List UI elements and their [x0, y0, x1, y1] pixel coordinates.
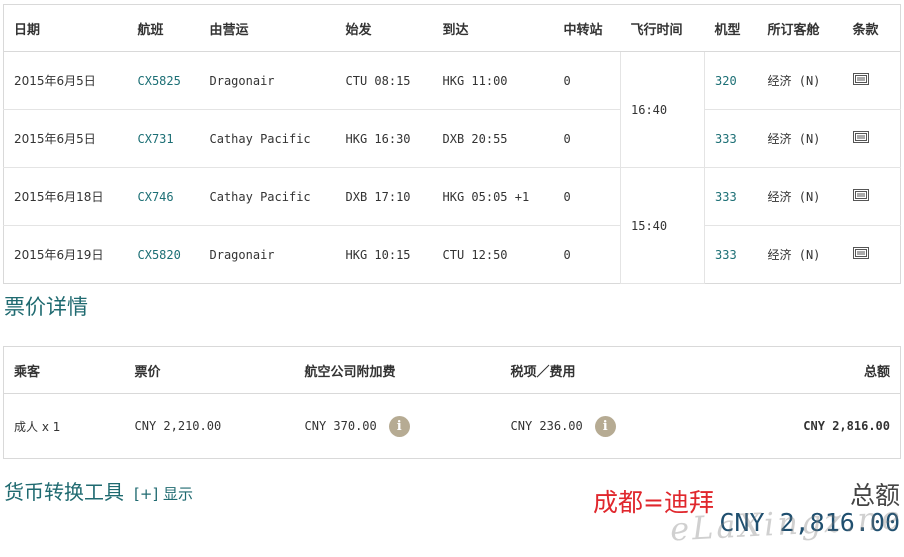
fare-total: CNY 2,816.00	[803, 419, 890, 433]
flight-depart: CTU 08:15	[335, 51, 433, 110]
document-icon[interactable]	[852, 247, 869, 259]
info-icon[interactable]: i	[388, 415, 410, 437]
grand-total-value: CNY 2,816.00	[719, 508, 900, 537]
col-terms: 条款	[842, 4, 901, 52]
col-flight: 航班	[127, 4, 200, 52]
flight-row: 2015年6月18日 CX746 Cathay Pacific DXB 17:1…	[3, 167, 901, 284]
col-aircraft: 机型	[704, 4, 758, 52]
fare-table-header: 乘客 票价 航空公司附加费 税项／费用 总额	[3, 346, 901, 394]
col-operator: 由营运	[199, 4, 336, 52]
flight-arrive: HKG 05:05 +1	[432, 167, 554, 226]
flight-arrive: DXB 20:55	[432, 109, 554, 168]
converter-toggle-link[interactable]: [+] 显示	[134, 485, 193, 503]
flight-number-link[interactable]: CX5820	[138, 248, 181, 262]
flight-date: 2015年6月5日	[3, 51, 128, 110]
flight-number-link[interactable]: CX746	[138, 190, 174, 204]
col-arrive: 到达	[432, 4, 554, 52]
flight-operator: Cathay Pacific	[199, 109, 336, 168]
taxes-amount: CNY 236.00	[510, 418, 583, 433]
flight-row: 2015年6月5日 CX731 Cathay Pacific HKG 16:30…	[3, 109, 901, 168]
document-icon[interactable]	[852, 73, 869, 85]
flight-cabin: 经济 (N)	[767, 248, 821, 262]
flight-itinerary-table: 日期 航班 由营运 始发 到达 中转站 飞行时间 机型 所订客舱 条款 2015…	[3, 4, 901, 284]
flight-date: 2015年6月5日	[3, 109, 128, 168]
col-passenger: 乘客	[3, 346, 125, 394]
fare-details-table: 乘客 票价 航空公司附加费 税项／费用 总额 成人 x 1 CNY 2,210.…	[3, 346, 901, 459]
document-icon[interactable]	[852, 189, 869, 201]
flight-operator: Dragonair	[209, 247, 275, 262]
col-cabin: 所订客舱	[757, 4, 843, 52]
col-date: 日期	[3, 4, 128, 52]
flight-duration: 15:40	[620, 167, 705, 284]
flight-cabin: 经济 (N)	[757, 109, 843, 168]
flight-arrive: CTU 12:50	[442, 247, 508, 262]
fare-details-title: 票价详情	[4, 295, 88, 319]
flight-stops: 0	[553, 109, 621, 168]
surcharge-amount: CNY 370.00	[304, 418, 377, 433]
flight-cabin: 经济 (N)	[757, 167, 843, 226]
flight-depart: HKG 10:15	[345, 247, 411, 262]
flight-row: 2015年6月5日 CX5825 Dragonair CTU 08:15 HKG…	[3, 51, 901, 168]
flight-depart: HKG 16:30	[335, 109, 433, 168]
converter-title: 货币转换工具	[4, 480, 124, 504]
aircraft-link[interactable]: 333	[715, 132, 737, 146]
flight-stops: 0	[553, 167, 621, 226]
route-annotation: 成都=迪拜	[593, 488, 714, 517]
flight-number-link[interactable]: CX5825	[138, 74, 181, 88]
info-icon[interactable]: i	[594, 415, 616, 437]
aircraft-link[interactable]: 320	[715, 74, 737, 88]
flight-arrive: HKG 11:00	[432, 51, 554, 110]
fare-row: 成人 x 1 CNY 2,210.00 CNY 370.00 i CNY 236.…	[4, 394, 901, 459]
flight-cabin: 经济 (N)	[757, 51, 843, 110]
flight-table-header: 日期 航班 由营运 始发 到达 中转站 飞行时间 机型 所订客舱 条款	[3, 4, 901, 52]
flight-stops: 0	[563, 247, 571, 262]
flight-stops: 0	[553, 51, 621, 110]
fare-amount: CNY 2,210.00	[134, 419, 222, 433]
document-icon[interactable]	[852, 131, 869, 143]
flight-date: 2015年6月19日	[14, 248, 104, 262]
col-fare: 票价	[124, 346, 295, 394]
passenger-type: 成人 x 1	[14, 419, 61, 434]
grand-total-label: 总额	[849, 481, 900, 510]
flight-date: 2015年6月18日	[3, 167, 128, 226]
col-total: 总额	[700, 346, 901, 394]
flight-operator: Cathay Pacific	[199, 167, 336, 226]
flight-number-link[interactable]: CX731	[138, 132, 174, 146]
flight-depart: DXB 17:10	[335, 167, 433, 226]
currency-converter: 货币转换工具 [+] 显示	[4, 476, 193, 505]
col-stops: 中转站	[553, 4, 621, 52]
aircraft-link[interactable]: 333	[715, 248, 737, 262]
aircraft-link[interactable]: 333	[715, 190, 737, 204]
flight-row: 2015年6月19日 CX5820 Dragonair HKG 10:15 CT…	[4, 226, 901, 284]
col-taxes: 税项／费用	[500, 346, 701, 394]
col-depart: 始发	[335, 4, 433, 52]
col-duration: 飞行时间	[620, 4, 705, 52]
flight-duration: 16:40	[620, 51, 705, 168]
flight-operator: Dragonair	[199, 51, 336, 110]
col-surcharge: 航空公司附加费	[294, 346, 501, 394]
